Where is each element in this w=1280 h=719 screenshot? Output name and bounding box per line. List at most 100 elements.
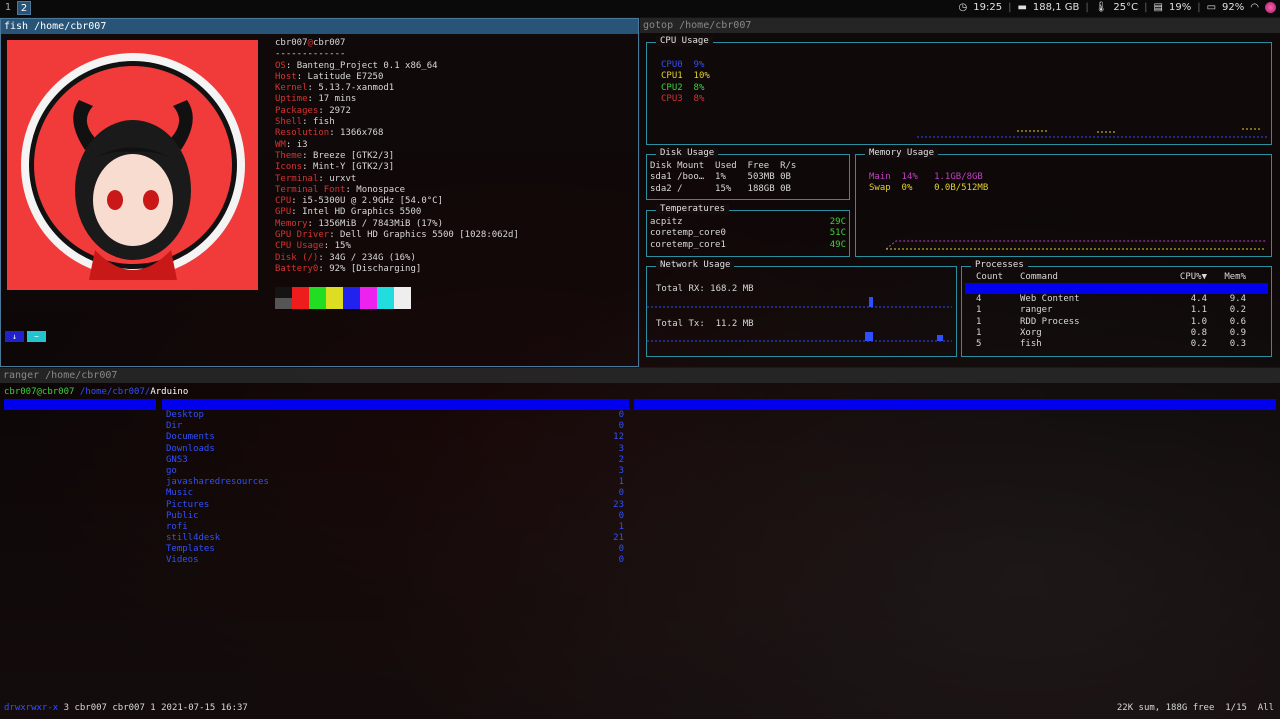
temp-name: coretemp_core1: [650, 239, 726, 250]
dir-count: 21: [613, 533, 624, 544]
ranger-dir-item[interactable]: Music 0: [166, 488, 626, 499]
dir-name: go: [166, 465, 177, 476]
process-row[interactable]: 4 Web Content 4.4 9.4: [962, 294, 1271, 305]
temp-name: acpitz: [650, 217, 683, 227]
ranger-dir-item[interactable]: Desktop 0: [166, 410, 626, 421]
ranger-dir-item[interactable]: Videos 0: [166, 555, 626, 566]
process-cell: 1: [976, 316, 982, 327]
disk-cell: sda1: [650, 172, 678, 183]
ranger-dir-item[interactable]: go 3: [166, 466, 626, 477]
dir-name: still4desk: [166, 533, 221, 544]
dir-count: 3: [618, 465, 624, 476]
info-value: 5.13.7-xanmod1: [318, 83, 395, 94]
workspace-2-button[interactable]: 2: [17, 1, 31, 15]
disk-cell: /: [677, 183, 716, 194]
info-value: fish: [312, 117, 335, 128]
info-key: Battery0: [275, 263, 319, 274]
process-row[interactable]: 1 Xorg 0.8 0.9: [962, 328, 1271, 339]
ranger-status-left: drwxrwxr-x 3 cbr007 cbr007 1 2021-07-15 …: [4, 703, 248, 713]
process-cell: 0.3: [1229, 338, 1246, 349]
process-selection-bar[interactable]: [965, 283, 1268, 295]
ranger-dir-item[interactable]: Templates 0: [166, 544, 626, 555]
process-cell: Web Content: [1020, 294, 1080, 305]
cpu-value: 8%: [693, 82, 705, 93]
info-colon: :: [296, 71, 308, 82]
ranger-terminal-pane[interactable]: ranger /home/cbr007 cbr007@cbr007 /home/…: [0, 368, 1280, 719]
ranger-dir-item[interactable]: Dir 0: [166, 421, 626, 432]
memory-swap-label: Swap: [869, 183, 891, 193]
ranger-dir-item[interactable]: still4desk 21: [166, 533, 626, 544]
gotop-terminal-pane[interactable]: gotop /home/cbr007 CPU Usage CPU0 9% CPU1…: [640, 18, 1280, 367]
workspace-1-button[interactable]: 1: [1, 1, 15, 15]
info-key: Host: [275, 71, 297, 82]
window-title[interactable]: gotop /home/cbr007: [640, 18, 1280, 33]
info-colon: :: [285, 60, 297, 71]
process-cell: 1: [976, 327, 982, 338]
info-value: 34G / 234G (16%): [329, 252, 416, 263]
ranger-dir-item[interactable]: javasharedresources 1: [166, 477, 626, 488]
cpu-value: 9%: [693, 60, 705, 70]
process-cell: 0.2: [1190, 338, 1207, 349]
temp-row: acpitz 29C: [650, 217, 846, 228]
disk-row: sda2 / 15% 188GB 0B: [650, 184, 802, 195]
info-key: CPU Usage: [275, 241, 324, 252]
info-key: CPU: [275, 196, 292, 207]
thermometer-icon: 🌡: [1094, 2, 1108, 13]
info-value: 17 mins: [318, 94, 357, 105]
app-tray-icon[interactable]: [1265, 2, 1276, 13]
dir-name: GNS3: [166, 454, 188, 465]
process-cell: 1.0: [1190, 316, 1207, 327]
ranger-dir-item[interactable]: Pictures 23: [166, 500, 626, 511]
fish-terminal-pane[interactable]: fish /home/cbr007 cbr007@cbr007 --------…: [0, 18, 639, 367]
preview-column-highlight[interactable]: [634, 399, 1276, 410]
temperature-list: acpitz 29C coretemp_core0 51C coretemp_core1…: [650, 217, 846, 251]
temp-value: 51C: [829, 228, 846, 239]
color-swatch: [343, 287, 360, 298]
process-cell: 0.2: [1229, 305, 1246, 316]
ranger-dir-item[interactable]: Public 0: [166, 511, 626, 522]
info-colon: :: [318, 263, 330, 274]
process-cell: Command: [1020, 272, 1058, 282]
clock-icon: ◷: [958, 2, 968, 13]
disk-col-header: Mount: [677, 161, 716, 171]
temperatures-box: Temperatures acpitz 29C coretemp_core0 51C c…: [646, 204, 850, 257]
memory-usage-box: Memory Usage Main 14% 1.1GB/8GB Swap 0% …: [855, 148, 1272, 257]
info-value: Monospace: [356, 184, 406, 195]
wifi-icon[interactable]: ◠: [1250, 2, 1259, 13]
ranger-dir-item[interactable]: Documents 12: [166, 432, 626, 443]
cpu-usage-title: CPU Usage: [656, 36, 713, 46]
process-cell: 0.9: [1229, 327, 1246, 338]
info-value: Mint-Y [GTK2/3]: [312, 162, 395, 173]
ranger-status-right: 22K sum, 188G free 1/15 All: [1116, 703, 1274, 713]
info-value: Latitude E7250: [307, 71, 384, 82]
process-row[interactable]: 5 fish 0.2 0.3: [962, 339, 1271, 350]
info-colon: :: [323, 241, 335, 252]
memory-main-row: Main 14% 1.1GB/8GB: [869, 172, 983, 183]
ranger-user-host: cbr007@cbr007: [4, 387, 75, 397]
ranger-dir-item[interactable]: rofi 1: [166, 522, 626, 533]
separator: |: [1008, 2, 1012, 13]
info-colon: :: [329, 230, 341, 241]
ranger-path: /home/cbr007/: [74, 387, 151, 397]
color-palette: [275, 287, 411, 309]
disk-header: Disk Mount Used Free R/s: [650, 161, 802, 172]
color-swatch: [275, 287, 292, 298]
window-title[interactable]: ranger /home/cbr007: [0, 368, 1280, 383]
dir-count: 0: [618, 544, 624, 555]
cpu-usage: 19%: [1168, 2, 1192, 13]
process-row[interactable]: 1 ranger 1.1 0.2: [962, 305, 1271, 316]
parent-column-highlight[interactable]: [4, 399, 156, 410]
process-cell: fish: [1020, 338, 1042, 349]
permissions: drwxrwxr-x: [4, 703, 59, 713]
ranger-dir-item[interactable]: Downloads 3: [166, 444, 626, 455]
ranger-dir-item[interactable]: GNS3 2: [166, 455, 626, 466]
color-swatch: [309, 298, 326, 309]
info-value: 2972: [329, 105, 351, 116]
window-title[interactable]: fish /home/cbr007: [1, 19, 638, 34]
process-table[interactable]: Count Command CPU%▼ Mem% 4 Web Content 4.4 9.4 1…: [962, 272, 1271, 350]
ranger-file-list[interactable]: Desktop 0 Dir 0 Documents 12 Downloads 3 GNS3 2 go…: [166, 410, 626, 567]
info-colon: :: [302, 117, 313, 128]
process-row[interactable]: 1 RDD Process 1.0 0.6: [962, 317, 1271, 328]
info-key: Theme: [275, 150, 303, 161]
current-column-highlight[interactable]: [162, 399, 629, 410]
